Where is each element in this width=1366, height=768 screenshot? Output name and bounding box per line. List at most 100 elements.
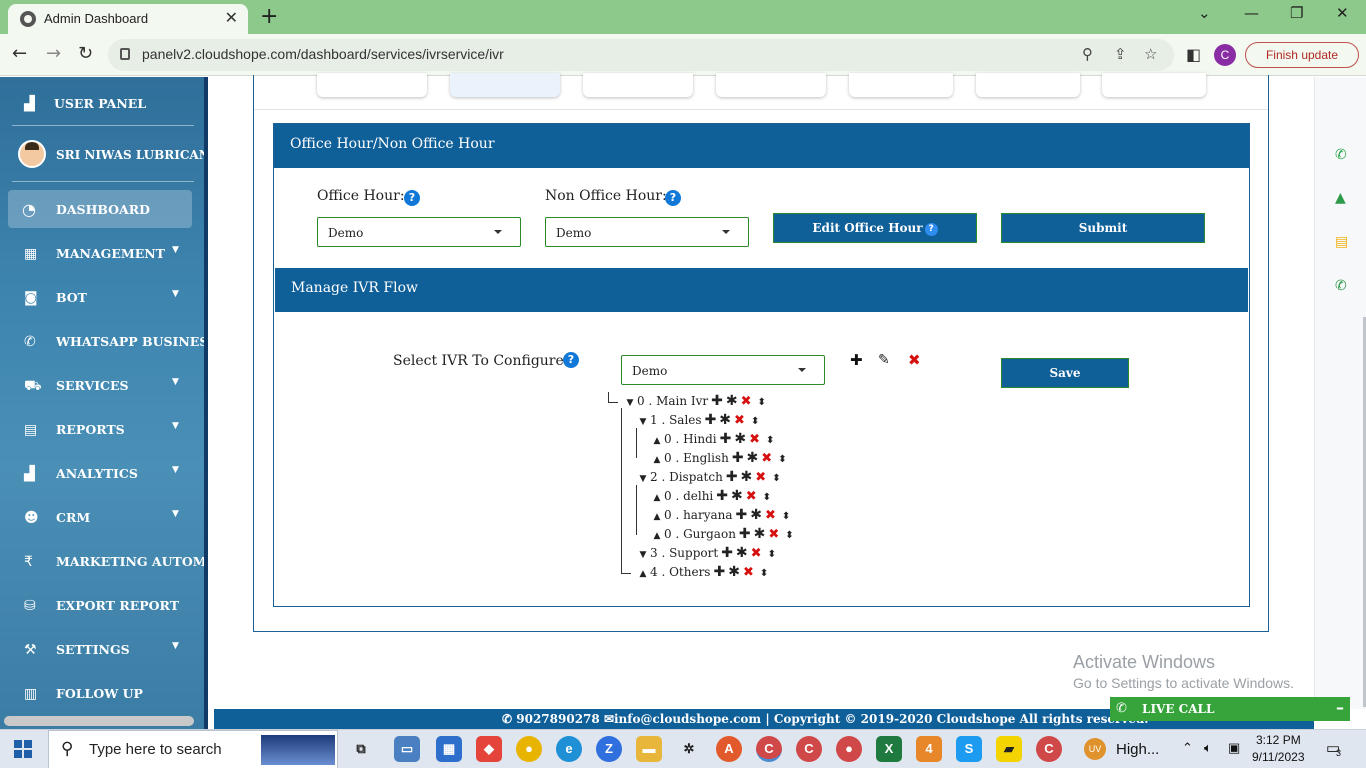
bookmark-star-icon[interactable]: ☆ — [1144, 45, 1157, 63]
service-tab-card[interactable] — [583, 73, 693, 97]
add-node-icon[interactable]: ✚ — [720, 431, 732, 447]
minimize-button[interactable]: — — [1244, 4, 1259, 22]
new-tab-button[interactable]: + — [260, 4, 278, 29]
delete-node-icon[interactable]: ✖ — [734, 413, 745, 428]
add-node-icon[interactable]: ✚ — [732, 450, 744, 466]
chrome-profile-icon[interactable]: A — [716, 736, 742, 762]
delete-node-icon[interactable]: ✖ — [768, 527, 779, 542]
submit-button[interactable]: Submit — [1001, 213, 1205, 243]
asterisk-icon[interactable]: ✱ — [726, 393, 738, 409]
sidebar-item-whatsapp-business[interactable]: ✆ WHATSAPP BUSINESS — [0, 322, 206, 360]
sort-icon[interactable]: ⬍ — [782, 511, 790, 522]
task-view-icon[interactable]: ⧉ — [348, 736, 374, 762]
chevron-up-icon[interactable]: ▲ — [650, 455, 664, 465]
chevron-up-icon[interactable]: ▲ — [650, 512, 664, 522]
delete-node-icon[interactable]: ✖ — [765, 508, 776, 523]
tree-node-support[interactable]: ▼ 3 . Support ✚ ✱ ✖ ⬍ — [636, 545, 776, 564]
footer-email[interactable]: info@cloudshope.com — [614, 712, 761, 726]
android-icon[interactable]: ▲ — [1335, 190, 1346, 206]
whatsapp-icon[interactable]: ✆ — [1335, 147, 1347, 163]
tree-node-delhi[interactable]: ▲ 0 . delhi ✚ ✱ ✖ ⬍ — [650, 488, 772, 507]
asterisk-icon[interactable]: ✱ — [719, 412, 731, 428]
sort-icon[interactable]: ⬍ — [763, 492, 771, 503]
close-tab-icon[interactable]: ✕ — [225, 8, 238, 27]
close-window-button[interactable]: ✕ — [1336, 4, 1349, 22]
sidebar-item-analytics[interactable]: ▟ ANALYTICS ▼ — [0, 454, 204, 492]
chrome-profile-icon[interactable]: C — [796, 736, 822, 762]
service-tab-card[interactable] — [716, 73, 826, 97]
notes-icon[interactable]: ▤ — [1335, 234, 1348, 250]
chevron-up-icon[interactable]: ▲ — [650, 436, 664, 446]
delete-node-icon[interactable]: ✖ — [746, 489, 757, 504]
add-node-icon[interactable]: ✚ — [705, 412, 717, 428]
sidebar-item-marketing-automation[interactable]: ₹ MARKETING AUTOMATIC — [0, 542, 206, 580]
tree-node-hindi[interactable]: ▲ 0 . Hindi ✚ ✱ ✖ ⬍ — [650, 431, 775, 450]
profile-avatar[interactable]: C — [1214, 44, 1236, 66]
asterisk-icon[interactable]: ✱ — [734, 431, 746, 447]
service-tab-card[interactable] — [1102, 73, 1206, 97]
asterisk-icon[interactable]: ✱ — [728, 564, 740, 580]
tree-node-main-ivr[interactable]: ▼ 0 . Main Ivr ✚ ✱ ✖ ⬍ — [623, 393, 766, 412]
sort-icon[interactable]: ⬍ — [785, 530, 793, 541]
edge-icon[interactable]: e — [556, 736, 582, 762]
chevron-up-icon[interactable]: ▲ — [650, 531, 664, 541]
delete-node-icon[interactable]: ✖ — [755, 470, 766, 485]
chevron-down-icon[interactable]: ▼ — [636, 550, 650, 560]
zoom-icon[interactable]: ⚲ — [1082, 45, 1093, 63]
service-tab-card[interactable] — [976, 73, 1080, 97]
tree-node-gurgaon[interactable]: ▲ 0 . Gurgaon ✚ ✱ ✖ ⬍ — [650, 526, 794, 545]
add-node-icon[interactable]: ✚ — [716, 488, 728, 504]
network-icon[interactable]: ▣ — [1228, 740, 1240, 756]
store-icon[interactable]: ▦ — [436, 736, 462, 762]
sort-icon[interactable]: ⬍ — [768, 549, 776, 560]
sidebar-item-management[interactable]: ▦ MANAGEMENT ▼ — [0, 234, 204, 272]
volume-icon[interactable]: 🔈︎ — [1204, 740, 1212, 756]
phone-icon[interactable]: ✆ — [1335, 278, 1347, 294]
sidebar-scrollbar[interactable] — [4, 716, 194, 726]
asterisk-icon[interactable]: ✱ — [747, 450, 759, 466]
weather-text[interactable]: High... — [1116, 741, 1159, 758]
clock-time[interactable]: 3:12 PM — [1256, 733, 1301, 747]
excel-icon[interactable]: X — [876, 736, 902, 762]
chrome-profile-icon[interactable]: C — [1036, 736, 1062, 762]
sidebar-item-follow-up[interactable]: ▥ FOLLOW UP — [0, 674, 204, 712]
restore-button[interactable]: ❐ — [1290, 4, 1303, 22]
chevron-down-icon[interactable]: ▼ — [623, 398, 637, 408]
service-tab-card-active[interactable] — [450, 73, 560, 97]
delete-node-icon[interactable]: ✖ — [751, 546, 762, 561]
minimize-icon[interactable]: – — [1336, 698, 1344, 717]
office-hour-help-icon[interactable]: ? — [404, 190, 420, 206]
tree-node-haryana[interactable]: ▲ 0 . haryana ✚ ✱ ✖ ⬍ — [650, 507, 791, 526]
tab-search-chevron-icon[interactable]: ⌄ — [1198, 4, 1211, 22]
app-icon[interactable]: ✲ — [676, 736, 702, 762]
sidebar-item-export-report[interactable]: ⛁ EXPORT REPORT — [0, 586, 204, 624]
delete-node-icon[interactable]: ✖ — [743, 565, 754, 580]
sort-icon[interactable]: ⬍ — [778, 454, 786, 465]
file-explorer-icon[interactable]: ▬ — [636, 736, 662, 762]
sidebar-company[interactable]: SRI NIWAS LUBRICANTS — [0, 136, 206, 174]
sidebar-item-services[interactable]: ⛟ SERVICES ▼ — [0, 366, 204, 404]
forward-button[interactable]: → — [46, 43, 61, 64]
service-tab-card[interactable] — [317, 73, 427, 97]
chevron-down-icon[interactable]: ▼ — [636, 474, 650, 484]
sort-icon[interactable]: ⬍ — [766, 435, 774, 446]
asterisk-icon[interactable]: ✱ — [736, 545, 748, 561]
non-office-hour-help-icon[interactable]: ? — [665, 190, 681, 206]
zoom-app-icon[interactable]: Z — [596, 736, 622, 762]
sort-icon[interactable]: ⬍ — [760, 568, 768, 579]
asterisk-icon[interactable]: ✱ — [754, 526, 766, 542]
tree-node-dispatch[interactable]: ▼ 2 . Dispatch ✚ ✱ ✖ ⬍ — [636, 469, 781, 488]
sidebar-item-settings[interactable]: ⚒ SETTINGS ▼ — [0, 630, 204, 668]
taskbar-search[interactable]: ⚲ Type here to search — [48, 730, 338, 768]
asterisk-icon[interactable]: ✱ — [741, 469, 753, 485]
sort-icon[interactable]: ⬍ — [758, 397, 766, 408]
tree-node-sales[interactable]: ▼ 1 . Sales ✚ ✱ ✖ ⬍ — [636, 412, 760, 431]
app-icon[interactable]: ▭ — [394, 736, 420, 762]
back-button[interactable]: ← — [12, 43, 27, 64]
ivr-select[interactable]: Demo — [621, 355, 825, 385]
add-node-icon[interactable]: ✚ — [711, 393, 723, 409]
add-node-icon[interactable]: ✚ — [713, 564, 725, 580]
tree-node-others[interactable]: ▲ 4 . Others ✚ ✱ ✖ ⬍ — [636, 564, 769, 583]
sidepanel-icon[interactable]: ◧ — [1186, 45, 1201, 64]
select-ivr-help-icon[interactable]: ? — [563, 352, 579, 368]
